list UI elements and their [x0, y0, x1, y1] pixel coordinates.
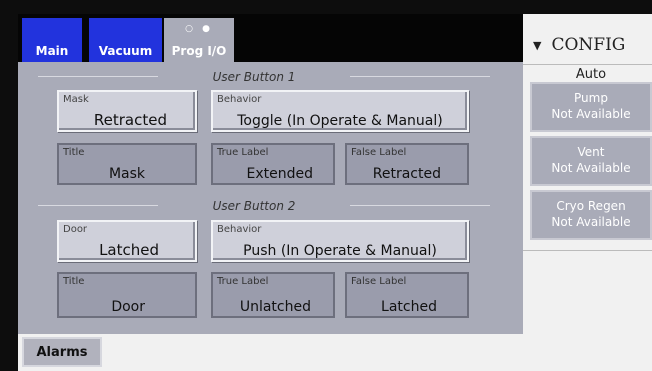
mask-state-value: Retracted [93, 111, 167, 129]
section-divider-left-2 [38, 205, 158, 206]
true-label-field-1[interactable]: True Label Extended [211, 143, 335, 185]
pump-button-status: Not Available [551, 107, 631, 121]
tab-prog-io-label: Prog I/O [171, 44, 227, 58]
vent-button-name: Vent [577, 145, 605, 159]
true-label-label-2: True Label [217, 276, 269, 287]
cryo-regen-button-status: Not Available [551, 215, 631, 229]
door-state-value: Latched [99, 241, 159, 259]
alarms-button[interactable]: Alarms [22, 337, 102, 367]
vent-button-status: Not Available [551, 161, 631, 175]
cryo-regen-button[interactable]: Cryo Regen Not Available [530, 190, 652, 240]
door-state-button[interactable]: Door Latched [57, 220, 197, 262]
true-label-field-2[interactable]: True Label Unlatched [211, 272, 335, 318]
pump-button[interactable]: Pump Not Available [530, 82, 652, 132]
false-label-field-1[interactable]: False Label Retracted [345, 143, 469, 185]
page-dots-indicator: ○ ● [185, 24, 213, 34]
behavior-value-2: Push (In Operate & Manual) [243, 243, 437, 259]
collapse-arrow-icon: ▼ [533, 38, 542, 52]
cryo-regen-button-name: Cryo Regen [556, 199, 626, 213]
section-divider-right [350, 76, 490, 77]
false-label-label-2: False Label [351, 276, 407, 287]
mask-state-label: Mask [63, 94, 89, 105]
false-label-value-1: Retracted [372, 166, 441, 182]
title-field-1[interactable]: Title Mask [57, 143, 197, 185]
config-mode-label: Auto [575, 67, 607, 82]
vent-button[interactable]: Vent Not Available [530, 136, 652, 186]
tab-main[interactable]: Main [22, 18, 82, 62]
behavior-label-1: Behavior [217, 94, 262, 105]
pump-button-name: Pump [574, 91, 608, 105]
section-divider-left [38, 76, 158, 77]
door-state-label: Door [63, 224, 88, 235]
section-title-user-button-1: User Button 1 [212, 70, 296, 84]
title-field-label-2: Title [63, 276, 85, 287]
config-header[interactable]: ▼ CONFIG [523, 30, 652, 60]
title-field-2[interactable]: Title Door [57, 272, 197, 318]
behavior-button-1[interactable]: Behavior Toggle (In Operate & Manual) [211, 90, 469, 132]
config-title: CONFIG [551, 35, 626, 55]
title-field-value-1: Mask [108, 166, 145, 182]
title-field-label-1: Title [63, 147, 85, 158]
tab-prog-io[interactable]: ○ ● Prog I/O [164, 18, 234, 62]
behavior-button-2[interactable]: Behavior Push (In Operate & Manual) [211, 220, 469, 262]
tab-vacuum[interactable]: Vacuum [89, 18, 162, 62]
title-field-value-2: Door [111, 299, 145, 315]
tab-main-label: Main [35, 44, 69, 58]
true-label-label-1: True Label [217, 147, 269, 158]
config-divider-bottom [523, 250, 652, 251]
section-title-user-button-2: User Button 2 [212, 199, 296, 213]
false-label-field-2[interactable]: False Label Latched [345, 272, 469, 318]
behavior-label-2: Behavior [217, 224, 262, 235]
config-divider [523, 64, 652, 65]
true-label-value-1: Extended [246, 166, 314, 182]
false-label-label-1: False Label [351, 147, 407, 158]
false-label-value-2: Latched [381, 299, 437, 315]
mask-state-button[interactable]: Mask Retracted [57, 90, 197, 132]
true-label-value-2: Unlatched [239, 299, 311, 315]
behavior-value-1: Toggle (In Operate & Manual) [237, 113, 443, 129]
tab-vacuum-label: Vacuum [98, 44, 153, 58]
section-divider-right-2 [350, 205, 490, 206]
